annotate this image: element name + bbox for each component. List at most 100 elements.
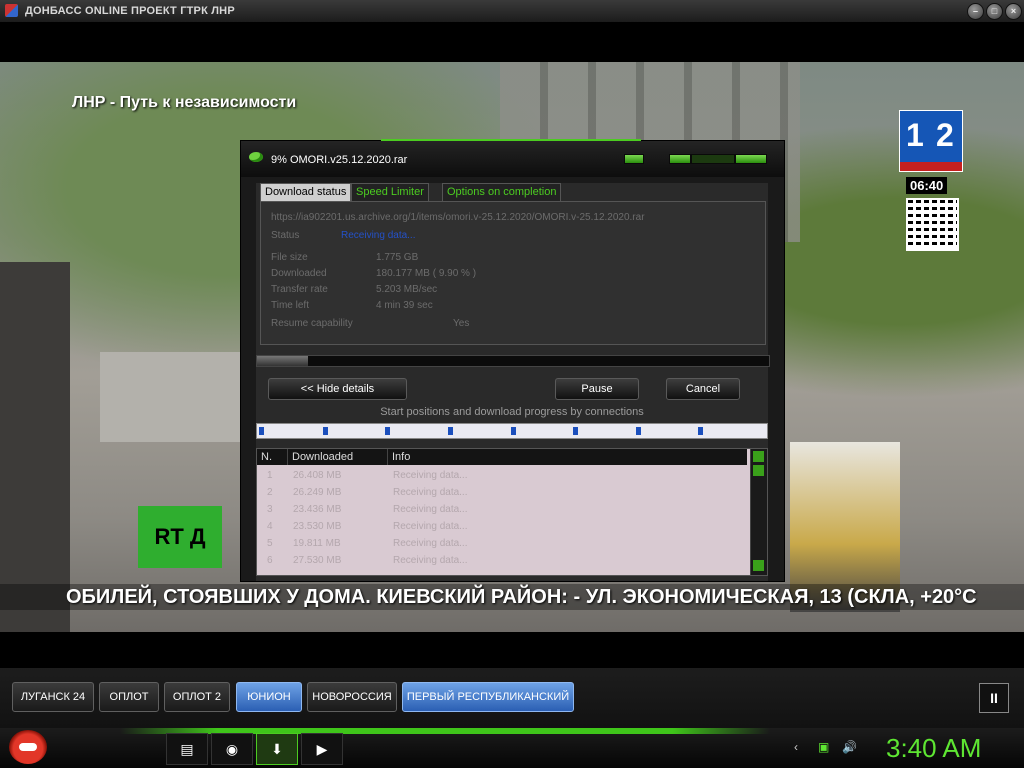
download-manager-icon[interactable]: ⬇ bbox=[256, 733, 298, 765]
connection-marker bbox=[448, 427, 453, 435]
channel-bar: ЛУГАНСК 24 ОПЛОТ ОПЛОТ 2 ЮНИОН НОВОРОССИ… bbox=[0, 668, 1024, 728]
volume-icon[interactable]: 🔊 bbox=[842, 740, 857, 754]
connection-marker bbox=[322, 427, 328, 435]
tab-download-status[interactable]: Download status bbox=[260, 183, 352, 201]
player-titlebar: ДОНБАСС ONLINE ПРОЕКТ ГТРК ЛНР – □ × bbox=[0, 0, 1024, 22]
dialog-minimize-button[interactable] bbox=[669, 154, 691, 164]
tab-speed-limiter[interactable]: Speed Limiter bbox=[351, 183, 429, 201]
row-info: Receiving data... bbox=[393, 504, 468, 515]
connections-caption: Start positions and download progress by… bbox=[380, 406, 644, 418]
downloaded-label: Downloaded bbox=[271, 268, 327, 279]
tab-options-on-completion[interactable]: Options on completion bbox=[442, 183, 562, 201]
video-clock: 06:40 bbox=[906, 177, 948, 194]
table-row[interactable]: 6 27.530 MB Receiving data... bbox=[257, 552, 747, 569]
rtd-logo: RT Д bbox=[138, 506, 222, 568]
pause-playback-button[interactable]: II bbox=[979, 683, 1009, 713]
row-info: Receiving data... bbox=[393, 521, 468, 532]
channel-oplot-button[interactable]: ОПЛОТ bbox=[99, 682, 159, 712]
dialog-header: 9% OMORI.v25.12.2020.rar bbox=[241, 141, 784, 177]
connection-marker bbox=[510, 427, 516, 435]
channel-union-button[interactable]: ЮНИОН bbox=[236, 682, 302, 712]
connection-marker bbox=[259, 427, 264, 435]
table-row[interactable]: 3 23.436 MB Receiving data... bbox=[257, 501, 747, 518]
channel-lugansk24-button[interactable]: ЛУГАНСК 24 bbox=[12, 682, 94, 712]
grid-header: N. Downloaded Info bbox=[257, 449, 747, 465]
scroll-down-arrow-icon[interactable] bbox=[753, 560, 764, 571]
dialog-title: 9% OMORI.v25.12.2020.rar bbox=[271, 154, 408, 166]
row-number: 5 bbox=[267, 538, 273, 549]
downloaded-value: 180.177 MB ( 9.90 % ) bbox=[376, 268, 477, 279]
pause-button[interactable]: Pause bbox=[555, 378, 639, 400]
table-row[interactable]: 5 19.811 MB Receiving data... bbox=[257, 535, 747, 552]
row-downloaded: 27.530 MB bbox=[293, 555, 342, 566]
resume-capability-value: Yes bbox=[453, 318, 470, 329]
col-number[interactable]: N. bbox=[257, 449, 287, 465]
network-icon[interactable]: ▣ bbox=[818, 740, 829, 754]
connection-marker bbox=[573, 427, 578, 435]
progress-fill bbox=[257, 356, 308, 366]
status-value: Receiving data... bbox=[341, 230, 416, 241]
row-number: 3 bbox=[267, 504, 273, 515]
dialog-maximize-button[interactable] bbox=[691, 154, 735, 164]
time-left-label: Time left bbox=[271, 300, 309, 311]
visual-studio-icon[interactable]: ▶ bbox=[301, 733, 343, 765]
taskbar: ▤ ◉ ⬇ ▶ ‹ ▣ 🔊 3:40 AM bbox=[0, 728, 1024, 768]
row-number: 6 bbox=[267, 555, 273, 566]
dialog-close-button[interactable] bbox=[735, 154, 767, 164]
folder-icon[interactable]: ▤ bbox=[166, 733, 208, 765]
qr-code bbox=[906, 198, 959, 251]
scroll-up-arrow-icon[interactable] bbox=[753, 451, 764, 462]
status-panel: https://ia902201.us.archive.org/1/items/… bbox=[260, 201, 766, 345]
channel-logo: 12 bbox=[899, 110, 963, 172]
table-row[interactable]: 1 26.408 MB Receiving data... bbox=[257, 467, 747, 484]
time-left-value: 4 min 39 sec bbox=[376, 300, 433, 311]
grid-scrollbar[interactable] bbox=[750, 449, 767, 575]
ticker-text: ОБИЛЕЙ, СТОЯВШИХ У ДОМА. КИЕВСКИЙ РАЙОН:… bbox=[66, 586, 977, 608]
row-info: Receiving data... bbox=[393, 487, 468, 498]
video-shadow bbox=[0, 262, 70, 632]
channel-perviy-respublikanskiy-button[interactable]: ПЕРВЫЙ РЕСПУБЛИКАНСКИЙ bbox=[402, 682, 574, 712]
video-truck bbox=[100, 352, 240, 442]
player-title: ДОНБАСС ONLINE ПРОЕКТ ГТРК ЛНР bbox=[25, 5, 235, 17]
row-info: Receiving data... bbox=[393, 555, 468, 566]
table-row[interactable]: 2 26.249 MB Receiving data... bbox=[257, 484, 747, 501]
cancel-button[interactable]: Cancel bbox=[666, 378, 740, 400]
hide-details-button[interactable]: << Hide details bbox=[268, 378, 407, 400]
connection-marker bbox=[698, 427, 703, 435]
overlay-title: ЛНР - Путь к независимости bbox=[72, 94, 297, 111]
dialog-body: Download status Speed Limiter Options on… bbox=[256, 183, 770, 581]
row-downloaded: 26.408 MB bbox=[293, 470, 342, 481]
channel-oplot2-button[interactable]: ОПЛОТ 2 bbox=[164, 682, 230, 712]
connections-bar bbox=[256, 423, 768, 439]
start-button-angry-bird-icon[interactable] bbox=[9, 730, 47, 764]
row-number: 2 bbox=[267, 487, 273, 498]
minimize-to-tray-icon[interactable] bbox=[624, 154, 644, 164]
resume-capability-label: Resume capability bbox=[271, 318, 353, 329]
download-progress-bar bbox=[256, 355, 770, 367]
chrome-icon[interactable]: ◉ bbox=[211, 733, 253, 765]
row-downloaded: 26.249 MB bbox=[293, 487, 342, 498]
channel-novorossiya-button[interactable]: НОВОРОССИЯ bbox=[307, 682, 397, 712]
row-info: Receiving data... bbox=[393, 538, 468, 549]
minimize-button[interactable]: – bbox=[967, 3, 984, 20]
download-manager-icon bbox=[249, 152, 263, 162]
status-label: Status bbox=[271, 230, 300, 241]
row-number: 4 bbox=[267, 521, 273, 532]
download-dialog: 9% OMORI.v25.12.2020.rar Download status… bbox=[240, 139, 785, 582]
close-button[interactable]: × bbox=[1005, 3, 1022, 20]
table-row[interactable]: 4 23.530 MB Receiving data... bbox=[257, 518, 747, 535]
row-downloaded: 19.811 MB bbox=[293, 538, 341, 549]
row-info: Receiving data... bbox=[393, 470, 468, 481]
app-icon bbox=[5, 4, 18, 17]
tray-expand-icon[interactable]: ‹ bbox=[794, 740, 798, 754]
row-downloaded: 23.436 MB bbox=[293, 504, 342, 515]
news-ticker: ОБИЛЕЙ, СТОЯВШИХ У ДОМА. КИЕВСКИЙ РАЙОН:… bbox=[0, 584, 1024, 610]
col-info[interactable]: Info bbox=[387, 449, 742, 465]
download-url: https://ia902201.us.archive.org/1/items/… bbox=[271, 212, 645, 223]
scroll-thumb[interactable] bbox=[753, 465, 764, 476]
transfer-rate-label: Transfer rate bbox=[271, 284, 328, 295]
taskbar-clock[interactable]: 3:40 AM bbox=[886, 733, 981, 764]
col-downloaded[interactable]: Downloaded bbox=[287, 449, 388, 465]
file-size-label: File size bbox=[271, 252, 308, 263]
maximize-button[interactable]: □ bbox=[986, 3, 1003, 20]
